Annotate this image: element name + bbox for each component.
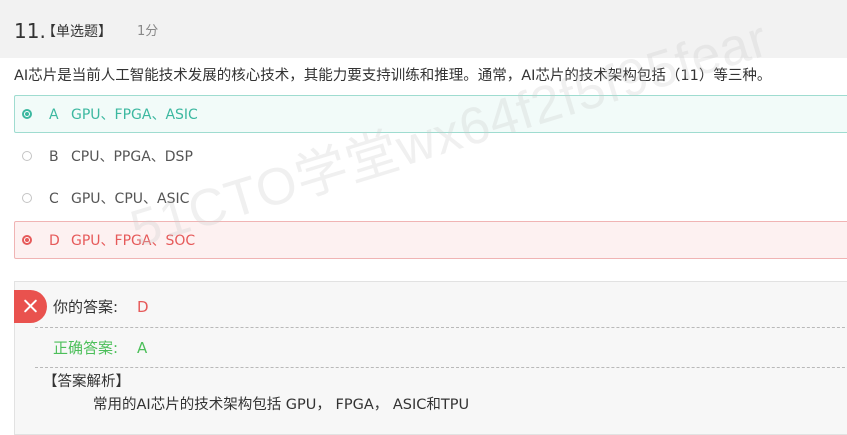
correct-answer-value: A xyxy=(137,339,148,357)
radio-icon[interactable] xyxy=(22,193,32,203)
option-a[interactable]: A GPU、FPGA、ASIC xyxy=(14,95,847,133)
answer-panel: 你的答案: D 正确答案: A 【答案解析】 常用的AI芯片的技术架构包括 GP… xyxy=(14,281,847,435)
analysis-title: 【答案解析】 xyxy=(43,374,130,390)
option-d[interactable]: D GPU、FPGA、SOC xyxy=(14,221,847,259)
correct-answer-label: 正确答案: xyxy=(53,339,119,357)
radio-icon[interactable] xyxy=(22,151,32,161)
question-page: 11. 【单选题】 1分 AI芯片是当前人工智能技术发展的核心技术，其能力要支持… xyxy=(0,0,847,435)
divider xyxy=(35,327,847,328)
option-text: CPU、PPGA、DSP xyxy=(71,149,193,165)
radio-checked-icon[interactable] xyxy=(22,235,32,245)
question-type: 【单选题】 xyxy=(42,24,112,40)
option-b[interactable]: B CPU、PPGA、DSP xyxy=(14,137,847,175)
option-text: GPU、FPGA、ASIC xyxy=(71,107,198,123)
question-score: 1分 xyxy=(137,24,159,39)
option-letter: C xyxy=(49,191,59,207)
divider xyxy=(35,367,847,368)
option-c[interactable]: C GPU、CPU、ASIC xyxy=(14,179,847,217)
question-text: AI芯片是当前人工智能技术发展的核心技术，其能力要支持训练和推理。通常，AI芯片… xyxy=(14,68,772,84)
option-letter: B xyxy=(49,149,59,165)
question-header: 11. 【单选题】 1分 xyxy=(0,0,847,58)
option-text: GPU、FPGA、SOC xyxy=(71,233,196,249)
analysis-text: 常用的AI芯片的技术架构包括 GPU， FPGA， ASIC和TPU xyxy=(93,397,470,413)
option-text: GPU、CPU、ASIC xyxy=(71,191,190,207)
option-letter: D xyxy=(49,233,60,249)
radio-checked-icon[interactable] xyxy=(22,109,32,119)
close-icon xyxy=(14,290,47,323)
your-answer-label: 你的答案: xyxy=(53,298,119,316)
your-answer-value: D xyxy=(137,298,149,316)
option-letter: A xyxy=(49,107,59,123)
